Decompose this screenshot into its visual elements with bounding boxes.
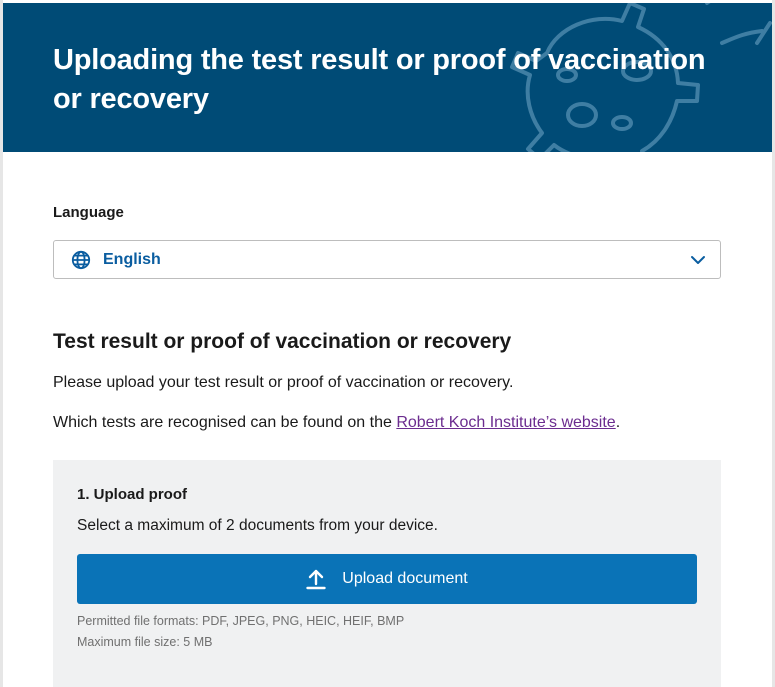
globe-icon (71, 250, 91, 270)
upload-step-title: 1. Upload proof (77, 486, 187, 503)
chevron-down-icon (691, 256, 705, 264)
section-title: Test result or proof of vaccination or r… (53, 330, 512, 353)
page-header: Uploading the test result or proof of va… (3, 3, 772, 152)
page-title: Uploading the test result or proof of va… (53, 44, 706, 115)
permitted-formats-text: Permitted file formats: PDF, JPEG, PNG, … (77, 614, 405, 628)
language-label: Language (53, 204, 124, 221)
upload-panel: 1. Upload proof Select a maximum of 2 do… (53, 460, 721, 687)
upload-step-description: Select a maximum of 2 documents from you… (77, 517, 438, 534)
tests-info-text: Which tests are recognised can be found … (53, 414, 620, 432)
intro-text: Please upload your test result or proof … (53, 374, 514, 391)
rki-website-link[interactable]: Robert Koch Institute’s website (396, 414, 615, 431)
upload-document-button[interactable]: Upload document (77, 554, 697, 604)
upload-button-label: Upload document (342, 570, 468, 587)
tests-info-suffix: . (615, 414, 621, 431)
language-select[interactable]: English (53, 240, 721, 279)
max-file-size-text: Maximum file size: 5 MB (77, 635, 213, 649)
tests-info-prefix: Which tests are recognised can be found … (53, 414, 397, 431)
upload-icon (306, 569, 326, 590)
language-selected-value: English (103, 251, 161, 268)
